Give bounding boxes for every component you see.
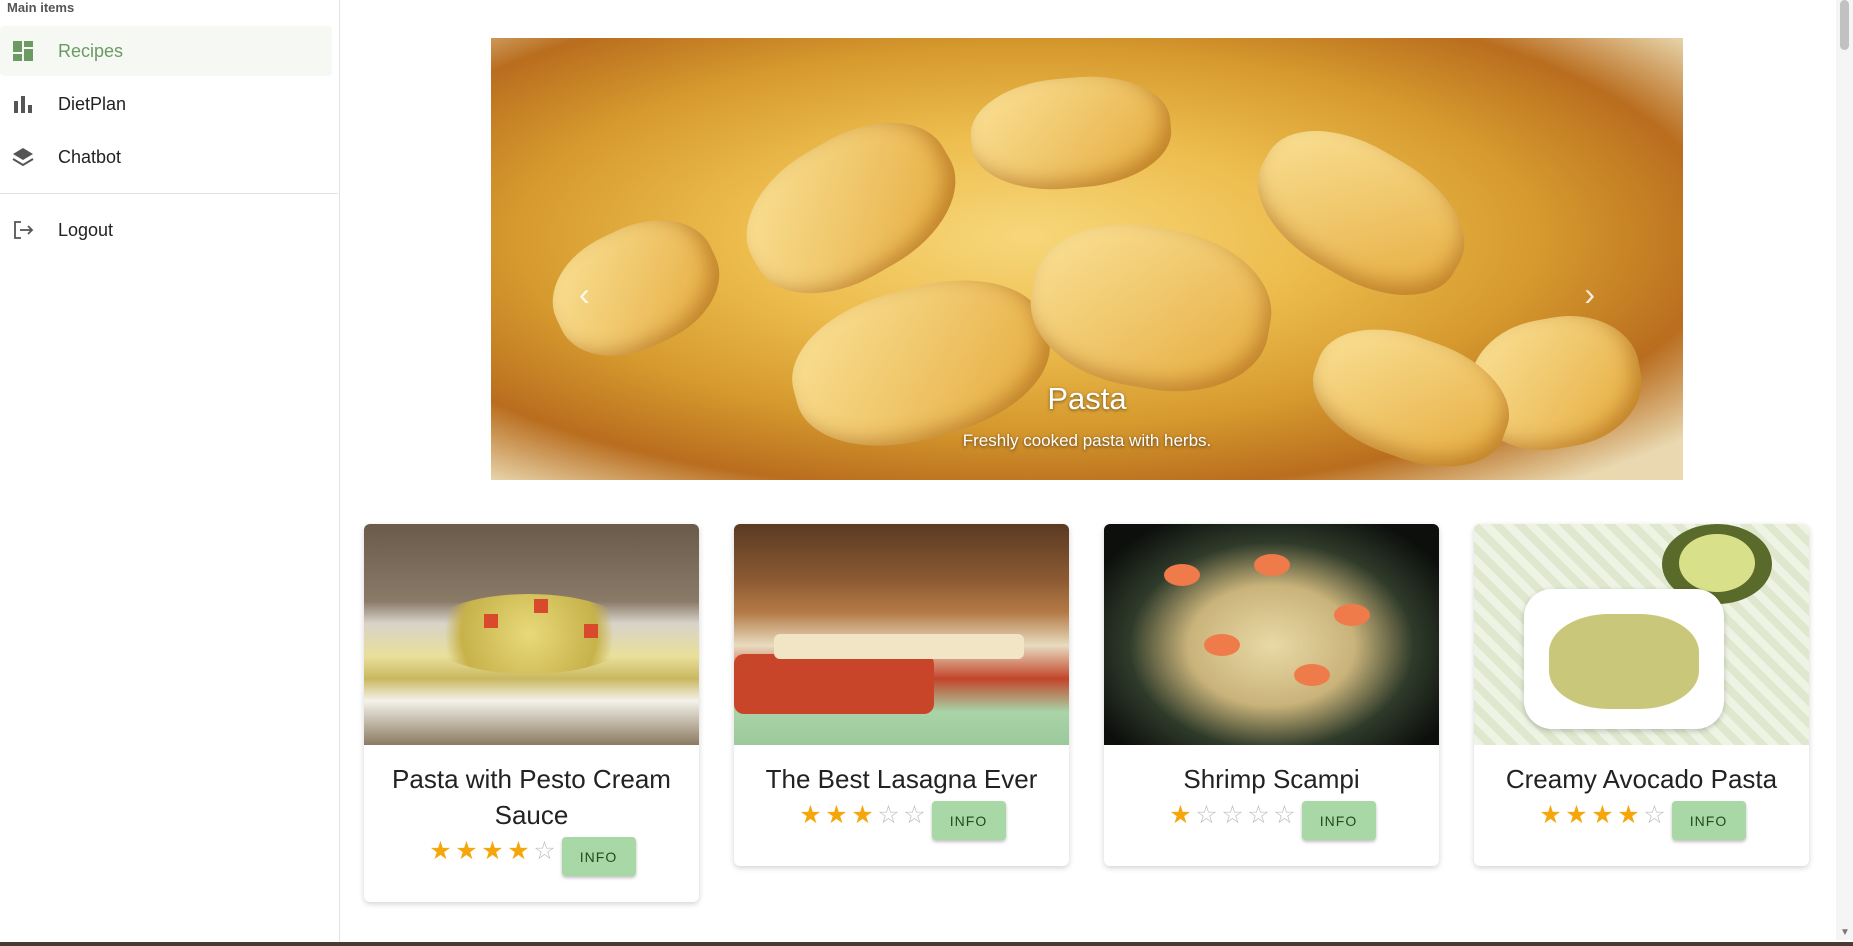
carousel-caption-subtitle: Freshly cooked pasta with herbs. [962, 431, 1212, 450]
sidebar-item-label: DietPlan [58, 93, 127, 114]
star-filled-icon[interactable]: ★ [1168, 801, 1194, 829]
dashboard-icon [12, 40, 34, 62]
info-button[interactable]: INFO [1671, 801, 1746, 840]
star-empty-icon[interactable]: ☆ [1642, 801, 1668, 829]
star-filled-icon[interactable]: ★ [480, 837, 506, 865]
layers-icon [12, 146, 34, 168]
recipe-card-avocado: Creamy Avocado Pasta ★ ★ ★ ★ ☆ INFO [1474, 524, 1809, 866]
star-empty-icon[interactable]: ☆ [902, 801, 928, 829]
sidebar-item-recipes[interactable]: Recipes [0, 26, 332, 76]
star-filled-icon[interactable]: ★ [850, 801, 876, 829]
star-filled-icon[interactable]: ★ [798, 801, 824, 829]
card-actions: ★ ★ ★ ☆ ☆ INFO [734, 797, 1069, 866]
star-empty-icon[interactable]: ☆ [876, 801, 902, 829]
sidebar-divider [0, 193, 338, 194]
sidebar-item-label: Recipes [58, 40, 124, 61]
recipe-title: The Best Lasagna Ever [765, 764, 1038, 794]
star-empty-icon[interactable]: ☆ [1246, 801, 1272, 829]
star-filled-icon[interactable]: ★ [454, 837, 480, 865]
chevron-right-icon: › [1584, 276, 1595, 312]
carousel-prev-button[interactable]: ‹ [579, 278, 590, 310]
star-filled-icon[interactable]: ★ [506, 837, 532, 865]
rating-stars[interactable]: ★ ★ ★ ★ ☆ [1538, 801, 1668, 829]
star-filled-icon[interactable]: ★ [428, 837, 454, 865]
hero-carousel[interactable]: ‹ › Pasta Freshly cooked pasta with herb… [491, 38, 1683, 480]
carousel-next-button[interactable]: › [1584, 278, 1595, 310]
rating-stars[interactable]: ★ ★ ★ ☆ ☆ [798, 801, 928, 829]
logout-icon [12, 219, 34, 241]
recipe-image [734, 524, 1069, 745]
recipe-image [364, 524, 699, 745]
bar-chart-icon [12, 93, 34, 115]
star-empty-icon[interactable]: ☆ [1220, 801, 1246, 829]
scrollbar-thumb[interactable] [1840, 0, 1849, 50]
scroll-down-icon[interactable]: ▼ [1840, 927, 1850, 938]
recipe-image [1474, 524, 1809, 745]
recipe-image [1104, 524, 1439, 745]
card-actions: ★ ★ ★ ★ ☆ INFO [364, 833, 699, 902]
app-root: Main items Recipes DietPlan Chatbot Logo… [0, 0, 1853, 946]
star-empty-icon[interactable]: ☆ [1272, 801, 1298, 829]
sidebar-item-dietplan[interactable]: DietPlan [0, 79, 332, 129]
chevron-left-icon: ‹ [579, 276, 590, 312]
recipe-title: Shrimp Scampi [1183, 764, 1360, 794]
recipe-title: Pasta with Pesto Cream Sauce [392, 764, 671, 830]
info-button[interactable]: INFO [561, 837, 636, 876]
recipe-title: Creamy Avocado Pasta [1505, 764, 1778, 794]
info-button[interactable]: INFO [1301, 801, 1376, 840]
star-empty-icon[interactable]: ☆ [532, 837, 558, 865]
star-filled-icon[interactable]: ★ [1538, 801, 1564, 829]
card-actions: ★ ★ ★ ★ ☆ INFO [1474, 797, 1809, 866]
carousel-caption-title: Pasta [1047, 381, 1127, 416]
star-filled-icon[interactable]: ★ [1616, 801, 1642, 829]
card-actions: ★ ☆ ☆ ☆ ☆ INFO [1104, 797, 1439, 866]
recipe-card-pesto: Pasta with Pesto Cream Sauce ★ ★ ★ ★ ☆ INFO [364, 524, 699, 902]
recipe-card-lasagna: The Best Lasagna Ever ★ ★ ★ ☆ ☆ INFO [734, 524, 1069, 866]
sidebar-item-label: Chatbot [58, 146, 122, 167]
star-filled-icon[interactable]: ★ [1564, 801, 1590, 829]
star-filled-icon[interactable]: ★ [1590, 801, 1616, 829]
star-empty-icon[interactable]: ☆ [1194, 801, 1220, 829]
sidebar: Main items Recipes DietPlan Chatbot Logo… [0, 0, 340, 946]
rating-stars[interactable]: ★ ☆ ☆ ☆ ☆ [1168, 801, 1298, 829]
recipe-card-shrimp: Shrimp Scampi ★ ☆ ☆ ☆ ☆ INFO [1104, 524, 1439, 866]
star-filled-icon[interactable]: ★ [824, 801, 850, 829]
sidebar-section-label: Main items [7, 0, 75, 15]
window-bottom-edge [0, 942, 1853, 946]
sidebar-item-logout[interactable]: Logout [0, 205, 332, 255]
page-scrollbar[interactable]: ▼ [1836, 0, 1853, 940]
rating-stars[interactable]: ★ ★ ★ ★ ☆ [428, 837, 558, 865]
info-button[interactable]: INFO [931, 801, 1006, 840]
sidebar-item-chatbot[interactable]: Chatbot [0, 132, 332, 182]
logout-label: Logout [58, 219, 114, 240]
